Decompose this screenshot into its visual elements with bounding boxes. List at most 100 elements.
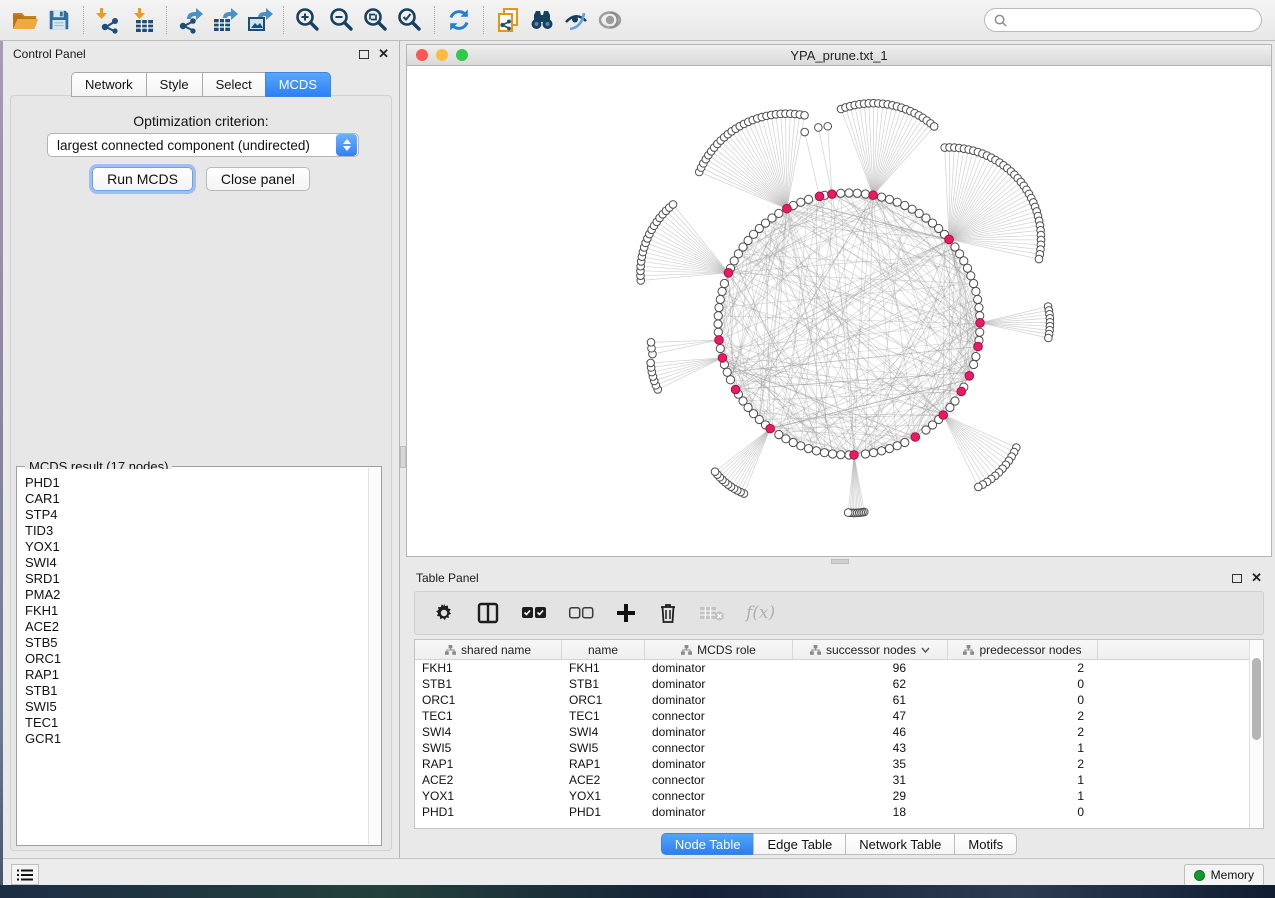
deselect-all-button[interactable] <box>568 599 594 627</box>
column-header-predecessor-nodes[interactable]: predecessor nodes <box>948 640 1098 659</box>
table-cell[interactable]: dominator <box>645 677 793 691</box>
table-cell[interactable]: YOX1 <box>415 789 562 803</box>
table-cell[interactable]: 47 <box>793 709 948 723</box>
table-cell[interactable]: YOX1 <box>562 789 645 803</box>
float-panel-icon[interactable] <box>359 50 369 59</box>
table-cell[interactable]: 2 <box>948 709 1098 723</box>
table-cell[interactable]: 0 <box>948 805 1098 819</box>
settings-gear-button[interactable] <box>433 599 455 627</box>
column-header-name[interactable]: name <box>562 640 645 659</box>
import-network-button[interactable] <box>91 4 125 36</box>
table-cell[interactable]: STB1 <box>415 677 562 691</box>
table-row[interactable]: TEC1TEC1connector472 <box>415 708 1249 724</box>
search-input[interactable] <box>1008 13 1238 27</box>
table-scrollbar[interactable] <box>1249 640 1263 828</box>
mcds-result-item[interactable]: SWI5 <box>25 699 368 715</box>
mcds-result-item[interactable]: ACE2 <box>25 619 368 635</box>
search-network-button[interactable] <box>525 4 559 36</box>
table-cell[interactable]: TEC1 <box>415 709 562 723</box>
network-search-field[interactable] <box>984 8 1262 32</box>
table-cell[interactable]: 18 <box>793 805 948 819</box>
table-cell[interactable]: 1 <box>948 773 1098 787</box>
table-cell[interactable]: 62 <box>793 677 948 691</box>
table-row[interactable]: SWI4SWI4dominator462 <box>415 724 1249 740</box>
table-row[interactable]: STB1STB1dominator620 <box>415 676 1249 692</box>
table-cell[interactable]: ORC1 <box>562 693 645 707</box>
table-cell[interactable]: ACE2 <box>562 773 645 787</box>
table-cell[interactable]: dominator <box>645 805 793 819</box>
zoom-out-button[interactable] <box>325 4 359 36</box>
table-cell[interactable]: dominator <box>645 693 793 707</box>
table-cell[interactable]: 31 <box>793 773 948 787</box>
table-cell[interactable]: connector <box>645 773 793 787</box>
zoom-in-button[interactable] <box>291 4 325 36</box>
table-cell[interactable]: TEC1 <box>562 709 645 723</box>
table-cell[interactable]: 0 <box>948 693 1098 707</box>
table-row[interactable]: FKH1FKH1dominator962 <box>415 660 1249 676</box>
table-cell[interactable]: 1 <box>948 789 1098 803</box>
function-builder-button[interactable]: f(x) <box>746 599 775 627</box>
mcds-result-item[interactable]: RAP1 <box>25 667 368 683</box>
delete-table-button[interactable] <box>699 599 725 627</box>
table-row[interactable]: RAP1RAP1dominator352 <box>415 756 1249 772</box>
mcds-result-item[interactable]: TEC1 <box>25 715 368 731</box>
export-table-button[interactable] <box>208 4 242 36</box>
mcds-result-item[interactable]: TID3 <box>25 523 368 539</box>
table-cell[interactable]: FKH1 <box>562 661 645 675</box>
tab-network-table[interactable]: Network Table <box>845 833 954 855</box>
table-cell[interactable]: connector <box>645 741 793 755</box>
mcds-result-item[interactable]: YOX1 <box>25 539 368 555</box>
table-cell[interactable]: SWI5 <box>562 741 645 755</box>
table-cell[interactable]: dominator <box>645 725 793 739</box>
export-network-button[interactable] <box>174 4 208 36</box>
mcds-result-item[interactable]: CAR1 <box>25 491 368 507</box>
float-panel-icon[interactable] <box>1232 574 1242 583</box>
table-cell[interactable]: 2 <box>948 725 1098 739</box>
table-cell[interactable]: RAP1 <box>562 757 645 771</box>
table-cell[interactable]: 43 <box>793 741 948 755</box>
optimization-criterion-select[interactable]: largest connected component (undirected) <box>47 133 359 157</box>
add-row-button[interactable] <box>615 599 637 627</box>
table-cell[interactable]: 96 <box>793 661 948 675</box>
memory-button[interactable]: Memory <box>1184 864 1264 886</box>
close-panel-icon[interactable]: ✕ <box>378 49 389 59</box>
table-cell[interactable]: SWI4 <box>562 725 645 739</box>
delete-row-button[interactable] <box>658 599 678 627</box>
mcds-result-item[interactable]: GCR1 <box>25 731 368 747</box>
clone-network-button[interactable] <box>491 4 525 36</box>
show-hide-button[interactable] <box>559 4 593 36</box>
mcds-list-scrollbar[interactable] <box>368 468 381 844</box>
table-cell[interactable]: connector <box>645 789 793 803</box>
mcds-result-item[interactable]: SWI4 <box>25 555 368 571</box>
run-mcds-button[interactable]: Run MCDS <box>92 167 193 191</box>
table-cell[interactable]: SWI4 <box>415 725 562 739</box>
table-scrollbar-thumb[interactable] <box>1252 658 1261 740</box>
table-cell[interactable]: 0 <box>948 677 1098 691</box>
table-cell[interactable]: connector <box>645 709 793 723</box>
mcds-result-list[interactable]: PHD1CAR1STP4TID3YOX1SWI4SRD1PMA2FKH1ACE2… <box>18 469 368 844</box>
mcds-result-item[interactable]: FKH1 <box>25 603 368 619</box>
table-cell[interactable]: FKH1 <box>415 661 562 675</box>
column-header-MCDS-role[interactable]: MCDS role <box>645 640 793 659</box>
table-cell[interactable]: 2 <box>948 757 1098 771</box>
zoom-selected-button[interactable] <box>393 4 427 36</box>
close-panel-icon[interactable]: ✕ <box>1251 573 1262 583</box>
mcds-result-item[interactable]: STB5 <box>25 635 368 651</box>
mcds-result-item[interactable]: STP4 <box>25 507 368 523</box>
tab-motifs[interactable]: Motifs <box>954 833 1017 855</box>
refresh-button[interactable] <box>442 4 476 36</box>
table-cell[interactable]: STB1 <box>562 677 645 691</box>
zoom-fit-button[interactable] <box>359 4 393 36</box>
column-header-successor-nodes[interactable]: successor nodes <box>793 640 948 659</box>
table-cell[interactable]: PHD1 <box>415 805 562 819</box>
show-column-button[interactable] <box>476 599 500 627</box>
mcds-result-item[interactable]: SRD1 <box>25 571 368 587</box>
select-all-button[interactable] <box>521 599 547 627</box>
table-cell[interactable]: dominator <box>645 661 793 675</box>
network-canvas[interactable] <box>407 66 1271 556</box>
mcds-result-item[interactable]: ORC1 <box>25 651 368 667</box>
table-cell[interactable]: 35 <box>793 757 948 771</box>
table-cell[interactable]: ORC1 <box>415 693 562 707</box>
table-row[interactable]: ORC1ORC1dominator610 <box>415 692 1249 708</box>
preview-button[interactable] <box>593 4 627 36</box>
